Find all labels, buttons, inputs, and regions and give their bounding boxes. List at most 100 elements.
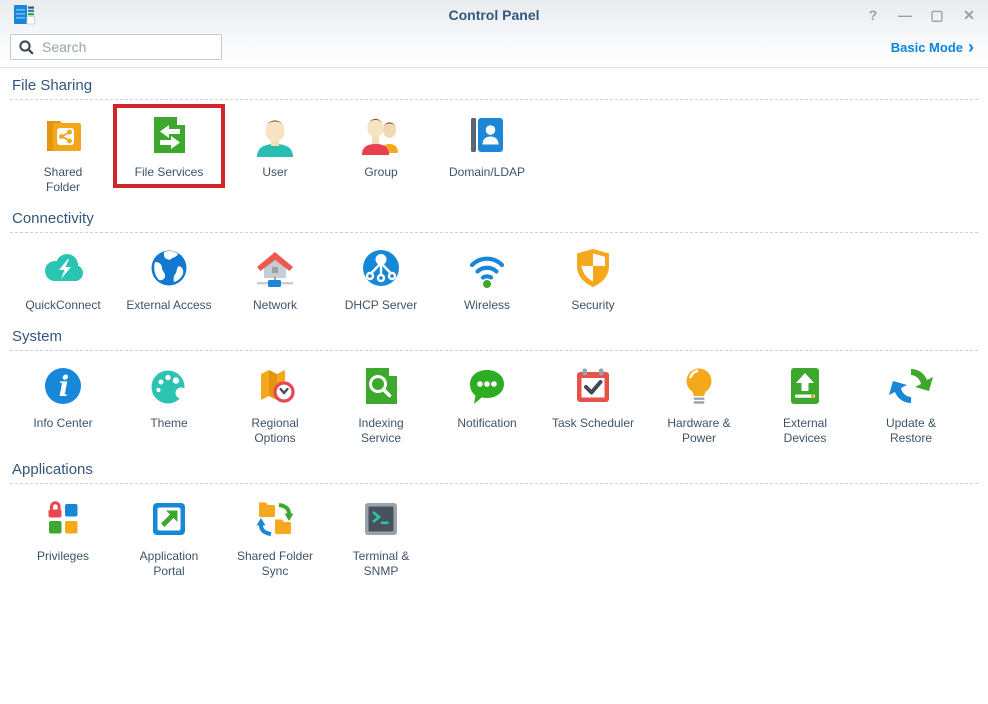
item-label: Wireless (434, 298, 540, 313)
shared-folder-sync-icon (251, 495, 299, 543)
wireless-icon (463, 244, 511, 292)
item-regional-options[interactable]: Regional Options (222, 358, 328, 451)
item-label: Domain/LDAP (434, 165, 540, 180)
item-label: Network (222, 298, 328, 313)
chevron-right-icon: › (968, 41, 974, 54)
item-label: Privileges (10, 549, 116, 564)
item-label: External Devices (752, 416, 858, 446)
hardware-power-icon (675, 362, 723, 410)
item-label: Security (540, 298, 646, 313)
item-wireless[interactable]: Wireless (434, 240, 540, 318)
user-icon (251, 111, 299, 159)
item-label: Hardware & Power (646, 416, 752, 446)
svg-text:i: i (59, 370, 70, 403)
item-label: Update & Restore (858, 416, 964, 446)
control-panel-window: Control Panel ? — ▢ ✕ Basic Mode › File … (0, 0, 988, 585)
minimize-button[interactable]: — (898, 5, 912, 25)
network-icon (251, 244, 299, 292)
item-label: Group (328, 165, 434, 180)
item-label: User (222, 165, 328, 180)
item-indexing-service[interactable]: Indexing Service (328, 358, 434, 451)
search-icon (18, 39, 34, 55)
item-label: External Access (116, 298, 222, 313)
section-header-system: System (10, 319, 978, 350)
security-icon (569, 244, 617, 292)
item-label: Regional Options (222, 416, 328, 446)
section-item-grid: QuickConnectExternal AccessNetworkDHCP S… (10, 233, 978, 319)
info-center-icon: i (39, 362, 87, 410)
item-network[interactable]: Network (222, 240, 328, 318)
item-file-services[interactable]: File Services (116, 107, 222, 185)
section-item-grid: iInfo CenterThemeRegional OptionsIndexin… (10, 351, 978, 452)
item-label: Notification (434, 416, 540, 431)
item-application-portal[interactable]: Application Portal (116, 491, 222, 584)
section-item-grid: PrivilegesApplication PortalShared Folde… (10, 484, 978, 585)
update-restore-icon (887, 362, 935, 410)
item-label: Shared Folder Sync (222, 549, 328, 579)
window-header: Control Panel ? — ▢ ✕ Basic Mode › (0, 0, 988, 68)
item-terminal-snmp[interactable]: Terminal & SNMP (328, 491, 434, 584)
external-access-icon (145, 244, 193, 292)
item-theme[interactable]: Theme (116, 358, 222, 436)
titlebar: Control Panel ? — ▢ ✕ (0, 0, 988, 30)
basic-mode-label: Basic Mode (891, 40, 963, 55)
item-label: Terminal & SNMP (328, 549, 434, 579)
window-title: Control Panel (0, 7, 988, 23)
task-scheduler-icon (569, 362, 617, 410)
notification-icon (463, 362, 511, 410)
item-task-scheduler[interactable]: Task Scheduler (540, 358, 646, 436)
item-domain-ldap[interactable]: Domain/LDAP (434, 107, 540, 185)
item-dhcp-server[interactable]: DHCP Server (328, 240, 434, 318)
item-security[interactable]: Security (540, 240, 646, 318)
file-services-icon (145, 111, 193, 159)
section-header-connectivity: Connectivity (10, 201, 978, 232)
control-panel-app-icon (12, 3, 36, 27)
item-label: File Services (116, 165, 222, 180)
item-external-devices[interactable]: External Devices (752, 358, 858, 451)
item-label: Theme (116, 416, 222, 431)
section-header-applications: Applications (10, 452, 978, 483)
item-label: Task Scheduler (540, 416, 646, 431)
item-label: QuickConnect (10, 298, 116, 313)
privileges-icon (39, 495, 87, 543)
help-button[interactable]: ? (866, 5, 880, 25)
regional-options-icon (251, 362, 299, 410)
search-input[interactable] (40, 38, 214, 56)
item-shared-folder-sync[interactable]: Shared Folder Sync (222, 491, 328, 584)
basic-mode-link[interactable]: Basic Mode › (891, 40, 974, 55)
close-button[interactable]: ✕ (962, 5, 976, 25)
window-controls: ? — ▢ ✕ (866, 5, 976, 25)
item-label: Application Portal (116, 549, 222, 579)
section-item-grid: Shared FolderFile ServicesUserGroupDomai… (10, 100, 978, 201)
item-label: DHCP Server (328, 298, 434, 313)
item-info-center[interactable]: iInfo Center (10, 358, 116, 436)
domain-ldap-icon (463, 111, 511, 159)
quickconnect-icon (39, 244, 87, 292)
terminal-snmp-icon (357, 495, 405, 543)
group-icon (357, 111, 405, 159)
item-update-restore[interactable]: Update & Restore (858, 358, 964, 451)
item-privileges[interactable]: Privileges (10, 491, 116, 569)
item-quickconnect[interactable]: QuickConnect (10, 240, 116, 318)
search-box[interactable] (10, 34, 222, 60)
shared-folder-icon (39, 111, 87, 159)
item-shared-folder[interactable]: Shared Folder (10, 107, 116, 200)
theme-icon (145, 362, 193, 410)
item-label: Indexing Service (328, 416, 434, 446)
indexing-service-icon (357, 362, 405, 410)
application-portal-icon (145, 495, 193, 543)
item-group[interactable]: Group (328, 107, 434, 185)
section-file-sharing: File SharingShared FolderFile ServicesUs… (10, 68, 978, 201)
item-external-access[interactable]: External Access (116, 240, 222, 318)
dhcp-server-icon (357, 244, 405, 292)
item-label: Shared Folder (10, 165, 116, 195)
item-hardware-power[interactable]: Hardware & Power (646, 358, 752, 451)
item-user[interactable]: User (222, 107, 328, 185)
control-panel-sections: File SharingShared FolderFile ServicesUs… (0, 68, 988, 585)
external-devices-icon (781, 362, 829, 410)
toolbar: Basic Mode › (0, 30, 988, 67)
maximize-button[interactable]: ▢ (930, 5, 944, 25)
section-applications: ApplicationsPrivilegesApplication Portal… (10, 452, 978, 585)
item-notification[interactable]: Notification (434, 358, 540, 436)
section-header-file-sharing: File Sharing (10, 68, 978, 99)
